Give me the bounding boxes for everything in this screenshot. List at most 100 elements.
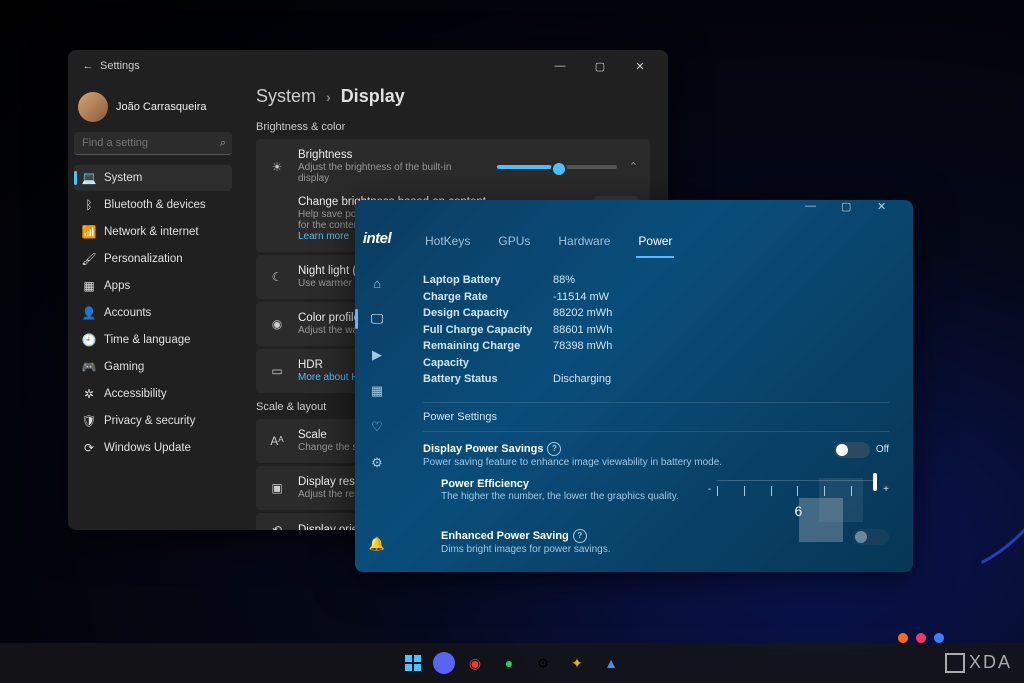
nav-icon: ✲ — [82, 387, 96, 401]
nav-icon: 💻 — [82, 171, 96, 185]
bell-icon[interactable]: 🔔 — [361, 528, 393, 560]
monitor-icon: ▣ — [268, 481, 286, 495]
info-value: -11514 mW — [553, 289, 609, 306]
intel-logo: intel — [363, 230, 391, 247]
eps-desc: Dims bright images for power savings. — [441, 544, 837, 555]
sidebar-item-system[interactable]: 💻System — [74, 165, 232, 191]
nav-icon: ▦ — [82, 279, 96, 293]
pe-desc: The higher the number, the lower the gra… — [441, 491, 692, 502]
sidebar-item-bluetooth-devices[interactable]: ᛒBluetooth & devices — [74, 192, 232, 218]
dps-title: Display Power Savings — [423, 443, 543, 455]
tab-power[interactable]: Power — [636, 230, 674, 258]
taskbar-app-icon[interactable]: ▲ — [597, 649, 625, 677]
support-icon[interactable]: ♡ — [361, 411, 393, 443]
nav-label: Privacy & security — [104, 415, 195, 427]
back-button[interactable]: ← — [76, 60, 100, 72]
tab-hotkeys[interactable]: HotKeys — [423, 230, 472, 258]
sidebar-item-network-internet[interactable]: 📶Network & internet — [74, 219, 232, 245]
close-button[interactable]: ✕ — [877, 200, 913, 230]
sidebar-item-privacy-security[interactable]: 🛡Privacy & security — [74, 408, 232, 434]
nav-label: Time & language — [104, 334, 191, 346]
minimize-button[interactable]: — — [540, 50, 580, 82]
page-title: Display — [341, 86, 405, 107]
minimize-button[interactable]: — — [805, 200, 841, 230]
info-value: 88202 mWh — [553, 305, 612, 322]
info-row: Laptop Battery88% — [423, 272, 889, 289]
nav-icon: 👤 — [82, 306, 96, 320]
help-icon[interactable]: ? — [573, 529, 587, 543]
sun-icon: ☀ — [268, 160, 286, 174]
intel-window: — ▢ ✕ intel ⌂ 🖵 ▶ ▦ ♡ ⚙ 🔔 HotKeys GPUs Har… — [355, 200, 913, 572]
info-row: Remaining Charge Capacity78398 mWh — [423, 338, 889, 371]
home-icon[interactable]: ⌂ — [361, 267, 393, 299]
tab-hardware[interactable]: Hardware — [556, 230, 612, 258]
pe-title: Power Efficiency — [441, 478, 529, 490]
dps-toggle[interactable] — [834, 442, 870, 458]
breadcrumb-system[interactable]: System — [256, 86, 316, 107]
nav-icon: 🖌 — [82, 252, 96, 266]
sidebar-item-personalization[interactable]: 🖌Personalization — [74, 246, 232, 272]
nav-icon: 🎮 — [82, 360, 96, 374]
start-button[interactable] — [399, 649, 427, 677]
settings-titlebar: ← Settings — ▢ ✕ — [68, 50, 668, 82]
display-icon[interactable]: 🖵 — [361, 303, 393, 335]
power-settings-header: Power Settings — [423, 411, 889, 427]
video-icon[interactable]: ▶ — [361, 339, 393, 371]
search-icon: ⌕ — [220, 137, 226, 150]
brightness-slider[interactable] — [497, 165, 617, 169]
system-icon[interactable]: ▦ — [361, 375, 393, 407]
hdr-icon: ▭ — [268, 364, 286, 378]
nav-icon: 🕘 — [82, 333, 96, 347]
moon-icon: ☾ — [268, 270, 286, 284]
info-row: Full Charge Capacity88601 mWh — [423, 322, 889, 339]
profile[interactable]: João Carrasqueira — [74, 86, 232, 132]
maximize-button[interactable]: ▢ — [580, 50, 620, 82]
profile-name: João Carrasqueira — [116, 101, 207, 113]
taskbar-app-icon[interactable] — [433, 652, 455, 674]
palette-icon: ◉ — [268, 317, 286, 331]
taskbar-app-icon[interactable]: ◉ — [461, 649, 489, 677]
info-label: Design Capacity — [423, 305, 553, 322]
breadcrumb: System › Display — [256, 86, 650, 107]
intel-tabs: HotKeys GPUs Hardware Power — [423, 230, 889, 258]
settings-sidebar: João Carrasqueira ⌕ 💻SystemᛒBluetooth & … — [68, 82, 238, 530]
intel-titlebar: — ▢ ✕ — [355, 200, 913, 230]
info-label: Battery Status — [423, 371, 553, 388]
nav-icon: ⟳ — [82, 441, 96, 455]
intel-sidebar: intel ⌂ 🖵 ▶ ▦ ♡ ⚙ 🔔 — [355, 230, 399, 572]
taskbar-app-icon[interactable]: ✦ — [563, 649, 591, 677]
info-row: Design Capacity88202 mWh — [423, 305, 889, 322]
chevron-right-icon: › — [326, 89, 331, 105]
chevron-up-icon[interactable]: ⌃ — [629, 160, 638, 173]
rotate-icon: ⟲ — [268, 523, 286, 530]
nav-label: Gaming — [104, 361, 144, 373]
taskbar: ◉ ● ⚙ ✦ ▲ — [0, 643, 1024, 683]
nav-label: Bluetooth & devices — [104, 199, 206, 211]
help-icon[interactable]: ? — [547, 442, 561, 456]
brightness-sub: Adjust the brightness of the built-in di… — [298, 162, 485, 184]
nav-label: Accessibility — [104, 388, 167, 400]
eps-title: Enhanced Power Saving — [441, 530, 569, 542]
scale-icon: Aᴬ — [268, 434, 286, 448]
info-label: Remaining Charge Capacity — [423, 338, 553, 371]
sidebar-item-accessibility[interactable]: ✲ Accessibility — [74, 381, 232, 407]
close-button[interactable]: ✕ — [620, 50, 660, 82]
info-value: 88601 mWh — [553, 322, 612, 339]
taskbar-app-icon[interactable]: ⚙ — [529, 649, 557, 677]
sidebar-item-apps[interactable]: ▦ Apps — [74, 273, 232, 299]
learn-more-link[interactable]: Learn more — [298, 231, 349, 242]
maximize-button[interactable]: ▢ — [841, 200, 877, 230]
sidebar-item-time-language[interactable]: 🕘 Time & language — [74, 327, 232, 353]
sidebar-item-gaming[interactable]: 🎮 Gaming — [74, 354, 232, 380]
nav-label: Network & internet — [104, 226, 199, 238]
taskbar-app-icon[interactable]: ● — [495, 649, 523, 677]
info-row: Charge Rate-11514 mW — [423, 289, 889, 306]
sidebar-item-accounts[interactable]: 👤Accounts — [74, 300, 232, 326]
battery-info-table: Laptop Battery88%Charge Rate-11514 mWDes… — [423, 272, 889, 388]
settings-gear-icon[interactable]: ⚙ — [361, 447, 393, 479]
tab-gpus[interactable]: GPUs — [496, 230, 532, 258]
sidebar-item-windows-update[interactable]: ⟳Windows Update — [74, 435, 232, 461]
nav-label: Apps — [104, 280, 130, 292]
decoration — [799, 498, 843, 542]
search-input[interactable] — [74, 132, 232, 155]
